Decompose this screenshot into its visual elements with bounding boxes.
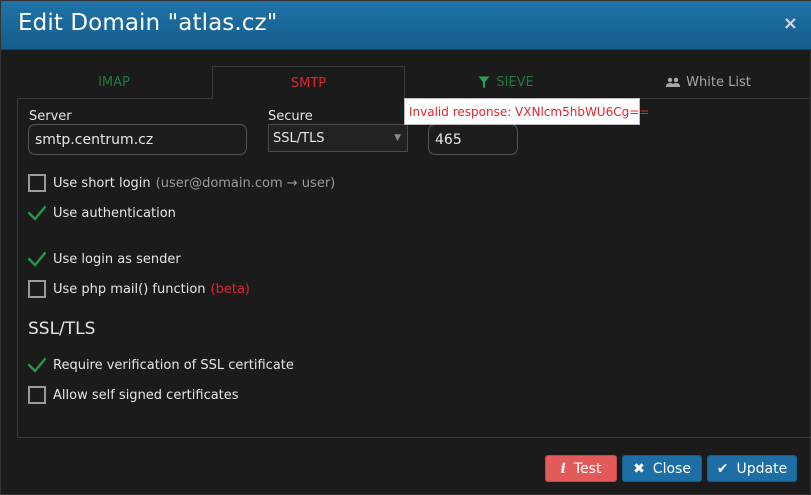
server-label: Server xyxy=(29,109,72,124)
verify-ssl-label: Require verification of SSL certificate xyxy=(53,357,294,373)
tab-imap-label: IMAP xyxy=(98,74,130,90)
unchecked-box-icon xyxy=(28,174,46,192)
close-icon[interactable]: × xyxy=(783,15,798,33)
close-button-label: Close xyxy=(652,460,691,477)
short-login-checkbox[interactable]: Use short login (user@domain.com → user) xyxy=(28,173,335,193)
close-icon: ✖ xyxy=(633,460,645,477)
users-icon xyxy=(666,77,681,87)
dialog-title: Edit Domain "atlas.cz" xyxy=(18,10,278,36)
short-login-hint: (user@domain.com → user) xyxy=(155,175,336,191)
checkmark-icon xyxy=(28,205,46,221)
filter-icon xyxy=(478,76,490,88)
dropdown-arrow-icon: ▼ xyxy=(394,133,401,143)
edit-domain-dialog: Edit Domain "atlas.cz" × IMAP SMTP SIEVE… xyxy=(0,0,811,495)
authentication-label: Use authentication xyxy=(53,205,176,221)
tab-imap[interactable]: IMAP xyxy=(17,66,211,98)
verify-ssl-checkbox[interactable]: Require verification of SSL certificate xyxy=(28,355,294,375)
update-button-label: Update xyxy=(736,460,788,477)
login-as-sender-label: Use login as sender xyxy=(53,251,181,267)
tab-bar: IMAP SMTP SIEVE White List xyxy=(17,66,810,99)
tab-smtp[interactable]: SMTP xyxy=(212,66,405,99)
secure-label: Secure xyxy=(268,109,313,124)
tab-sieve-label: SIEVE xyxy=(496,74,534,90)
tab-smtp-label: SMTP xyxy=(290,75,327,91)
self-signed-label: Allow self signed certificates xyxy=(53,387,239,403)
tab-sieve[interactable]: SIEVE xyxy=(406,66,606,98)
checkmark-icon xyxy=(28,357,46,373)
authentication-checkbox[interactable]: Use authentication xyxy=(28,203,176,223)
test-button-label: Test xyxy=(573,460,602,477)
tab-white-list[interactable]: White List xyxy=(607,66,810,98)
login-as-sender-checkbox[interactable]: Use login as sender xyxy=(28,249,181,269)
ssl-section-title: SSL/TLS xyxy=(28,319,96,339)
self-signed-checkbox[interactable]: Allow self signed certificates xyxy=(28,385,239,405)
dialog-header: Edit Domain "atlas.cz" × xyxy=(1,1,811,50)
secure-select[interactable]: SSL/TLS ▼ xyxy=(268,124,408,152)
php-mail-label: Use php mail() function xyxy=(53,281,206,297)
unchecked-box-icon xyxy=(28,386,46,404)
update-button[interactable]: ✔ Update xyxy=(707,455,797,482)
short-login-label: Use short login xyxy=(53,175,151,191)
checkmark-icon xyxy=(28,251,46,267)
tab-white-list-label: White List xyxy=(686,74,751,90)
php-mail-checkbox[interactable]: Use php mail() function (beta) xyxy=(28,279,250,299)
secure-select-value: SSL/TLS xyxy=(273,130,325,146)
beta-badge: (beta) xyxy=(210,281,250,297)
info-icon: i xyxy=(560,460,566,477)
test-button[interactable]: i Test xyxy=(545,455,617,482)
check-icon: ✔ xyxy=(716,460,729,477)
close-button[interactable]: ✖ Close xyxy=(622,455,702,482)
server-input[interactable]: smtp.centrum.cz xyxy=(28,124,247,155)
error-tooltip: Invalid response: VXNlcm5hbWU6Cg== xyxy=(404,98,649,125)
port-input[interactable]: 465 xyxy=(428,124,518,155)
unchecked-box-icon xyxy=(28,280,46,298)
